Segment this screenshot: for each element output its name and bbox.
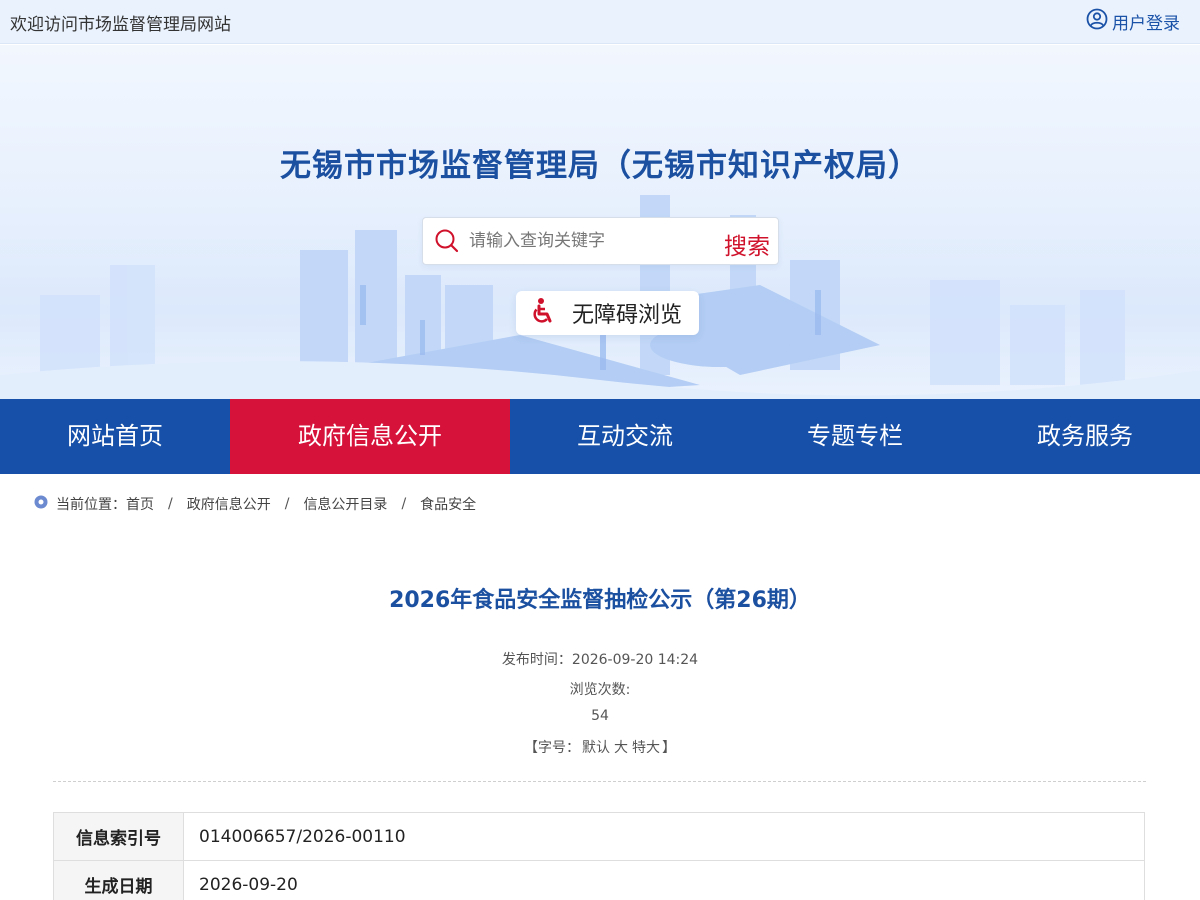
welcome-text: 欢迎访问市场监督管理局网站 [10, 15, 231, 35]
login-link[interactable]: 用户登录 [1086, 8, 1180, 35]
nav-gov-info[interactable]: 政府信息公开 [230, 399, 510, 474]
breadcrumb: 当前位置： 首页 / 政府信息公开 / 信息公开目录 / 食品安全 [34, 494, 476, 514]
site-title: 无锡市市场监督管理局（无锡市知识产权局） [280, 148, 920, 184]
login-label: 用户登录 [1112, 14, 1180, 34]
breadcrumb-home[interactable]: 首页 [126, 494, 154, 514]
main-nav: 网站首页 政府信息公开 互动交流 专题专栏 政务服务 [0, 399, 1200, 474]
breadcrumb-separator: / [401, 496, 407, 512]
user-circle-icon [1086, 8, 1108, 35]
accessibility-button[interactable]: 无障碍浏览 [516, 291, 699, 335]
top-bar: 欢迎访问市场监督管理局网站 用户登录 [0, 0, 1200, 44]
banner: 无锡市市场监督管理局（无锡市知识产权局） 搜索 无障碍浏览 [0, 45, 1200, 399]
views-count: 54 [591, 708, 609, 724]
info-key: 信息索引号 [53, 812, 184, 861]
info-table: 信息索引号 014006657/2026-00110 生成日期 2026-09-… [53, 812, 1145, 900]
font-size-selector: 【字号： 默认大特大】 [0, 737, 1200, 757]
table-row: 生成日期 2026-09-20 [53, 860, 1145, 900]
nav-interaction[interactable]: 互动交流 [510, 399, 740, 474]
info-value: 2026-09-20 [183, 860, 1145, 900]
search-input[interactable] [469, 226, 699, 256]
article-title: 2026年食品安全监督抽检公示（第26期） [389, 588, 811, 613]
breadcrumb-separator: / [284, 496, 290, 512]
font-size-xlarge[interactable]: 特大 [632, 740, 660, 756]
font-size-close: 】 [662, 740, 676, 756]
font-size-default[interactable]: 默认 [582, 740, 610, 756]
search-box: 搜索 [422, 217, 779, 265]
nav-services[interactable]: 政务服务 [970, 399, 1200, 474]
divider [53, 781, 1146, 782]
publish-time-row: 发布时间：2026-09-20 14:24 [0, 649, 1200, 669]
nav-special-topics[interactable]: 专题专栏 [740, 399, 970, 474]
breadcrumb-food-safety[interactable]: 食品安全 [420, 494, 476, 514]
breadcrumb-gov-info[interactable]: 政府信息公开 [187, 494, 271, 514]
font-size-large[interactable]: 大 [614, 740, 628, 756]
breadcrumb-prefix: 当前位置： [56, 497, 126, 513]
accessibility-label: 无障碍浏览 [572, 303, 683, 328]
info-value: 014006657/2026-00110 [183, 812, 1145, 861]
search-icon [434, 228, 460, 258]
info-key: 生成日期 [53, 860, 184, 900]
nav-home[interactable]: 网站首页 [0, 399, 230, 474]
wheelchair-icon [530, 297, 558, 329]
breadcrumb-catalog[interactable]: 信息公开目录 [303, 494, 387, 514]
breadcrumb-separator: / [168, 496, 173, 512]
location-pin-icon [34, 495, 48, 513]
font-size-open: 【字号： [524, 740, 580, 756]
publish-time: 2026-09-20 14:24 [571, 652, 699, 668]
publish-time-label: 发布时间： [501, 652, 572, 668]
views-label: 浏览次数: [569, 682, 631, 698]
search-button[interactable]: 搜索 [724, 227, 770, 261]
table-row: 信息索引号 014006657/2026-00110 [53, 812, 1145, 861]
